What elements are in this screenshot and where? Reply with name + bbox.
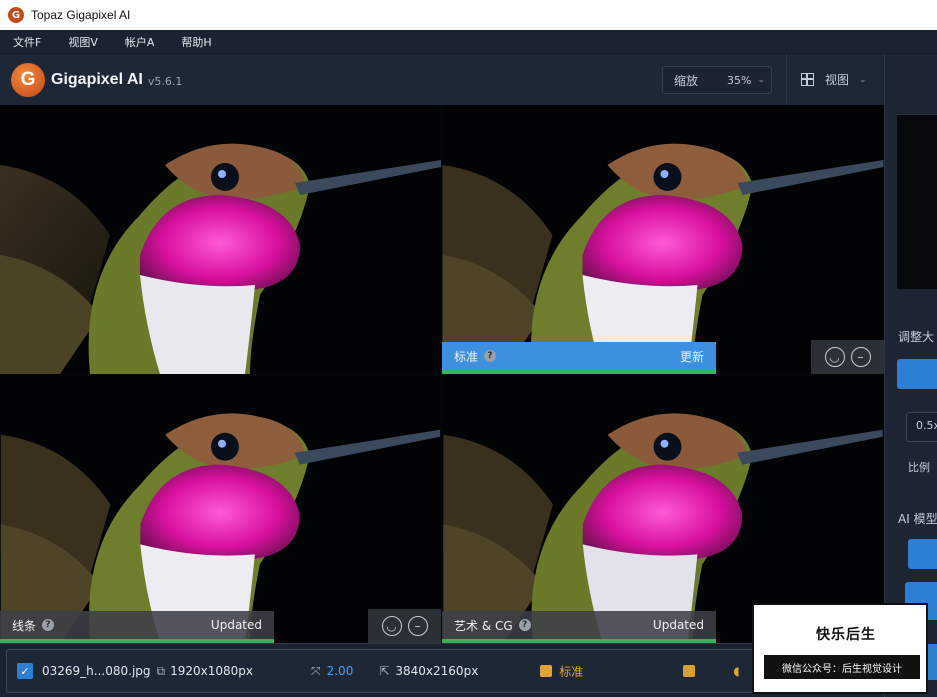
chevron-down-icon: ⌄: [757, 75, 765, 85]
smile-face-icon[interactable]: ◡: [381, 616, 402, 636]
app-name: Gigapixel AI: [51, 70, 143, 88]
help-icon[interactable]: ?: [484, 350, 497, 362]
window-title: Topaz Gigapixel AI: [31, 8, 131, 22]
gigapixel-logo-icon: G: [11, 62, 45, 97]
neutral-face-icon[interactable]: –: [407, 616, 428, 636]
hummingbird-image: [442, 105, 884, 374]
model-name: 标准: [454, 349, 479, 364]
input-size: 1920x1080px: [170, 664, 253, 678]
resolution-icon: ⧉: [156, 663, 166, 678]
smile-face-icon[interactable]: ◡: [824, 347, 845, 367]
watermark-subtitle: 微信公众号：后生视觉设计: [764, 655, 920, 679]
scale-mode-button[interactable]: [897, 359, 937, 389]
model-label-art[interactable]: 艺术 & CG ? Updated: [442, 611, 716, 639]
file-model[interactable]: 标准: [559, 663, 583, 680]
face-refine-icon[interactable]: ◖: [733, 664, 739, 678]
hummingbird-image: [0, 105, 441, 374]
window-titlebar: G Topaz Gigapixel AI: [0, 0, 937, 30]
zoom-dropdown[interactable]: 缩放 35% ⌄: [662, 66, 772, 94]
format-icon[interactable]: [683, 665, 696, 677]
menu-file[interactable]: 文件F: [13, 34, 41, 50]
app-version: v5.6.1: [147, 74, 183, 88]
menu-bar: 文件F 视图V 帐户A 帮助H: [0, 30, 937, 54]
output-size: 3840x2160px: [395, 664, 479, 678]
scale-icon: ⤧: [311, 663, 321, 678]
watermark-title: 快乐后生: [798, 623, 894, 645]
help-icon[interactable]: ?: [42, 619, 55, 631]
model-status[interactable]: 更新: [680, 348, 704, 365]
resize-label: 调整大: [898, 330, 935, 344]
model-label-lines[interactable]: 线条 ? Updated: [0, 611, 274, 639]
model-name: 艺术 & CG: [454, 618, 513, 633]
preview-grid: 标准 ? 更新 ◡ – 线条 ? Updated ◡ – 艺术 & CG ? U…: [0, 105, 884, 643]
ai-model-label: AI 模型: [898, 512, 937, 526]
model-label-standard[interactable]: 标准 ? 更新: [442, 342, 716, 370]
model-status: Updated: [652, 618, 704, 632]
preview-pane-lines[interactable]: 线条 ? Updated ◡ –: [0, 375, 441, 643]
scale-value[interactable]: 2.00: [327, 664, 354, 678]
file-name: 03269_h...080.jpg: [42, 664, 151, 678]
scale-input[interactable]: 0.5x: [906, 412, 937, 442]
zoom-label: 缩放: [674, 73, 699, 88]
app-logo-icon: G: [8, 7, 24, 23]
navigator-preview[interactable]: [897, 114, 937, 289]
ratio-label: 比例: [908, 461, 930, 474]
hummingbird-image: [0, 375, 441, 643]
output-size-icon: ⇱: [379, 664, 390, 678]
model-status: Updated: [210, 618, 262, 632]
model-icon: [540, 665, 553, 677]
preview-pane-original[interactable]: [0, 105, 441, 374]
view-mode-button[interactable]: 视图 ⌄: [786, 54, 884, 105]
file-row[interactable]: ✓ 03269_h...080.jpg ⧉ 1920x1080px ⤧ 2.00…: [6, 649, 878, 693]
menu-account[interactable]: 帐户A: [125, 34, 155, 50]
neutral-face-icon[interactable]: –: [850, 347, 871, 367]
progress-bar: [442, 370, 716, 374]
preview-pane-standard[interactable]: 标准 ? 更新 ◡ –: [442, 105, 884, 374]
file-checkbox[interactable]: ✓: [17, 663, 33, 679]
feedback-buttons: ◡ –: [811, 340, 884, 374]
watermark: 快乐后生 微信公众号：后生视觉设计: [752, 603, 928, 694]
feedback-buttons: ◡ –: [368, 609, 441, 643]
settings-panel: 调整大 0.5x 比例 AI 模型: [884, 54, 937, 697]
grid-view-icon: [801, 73, 814, 86]
zoom-value: 35%: [727, 73, 752, 87]
ai-model-button[interactable]: [908, 539, 937, 569]
chevron-down-icon: ⌄: [859, 74, 867, 85]
menu-help[interactable]: 帮助H: [181, 34, 211, 50]
model-name: 线条: [12, 618, 37, 633]
app-header: G Gigapixel AI v5.6.1 缩放 35% ⌄ 视图 ⌄: [0, 54, 884, 105]
menu-view[interactable]: 视图V: [68, 34, 98, 50]
view-label: 视图: [825, 73, 850, 87]
help-icon[interactable]: ?: [518, 619, 531, 631]
